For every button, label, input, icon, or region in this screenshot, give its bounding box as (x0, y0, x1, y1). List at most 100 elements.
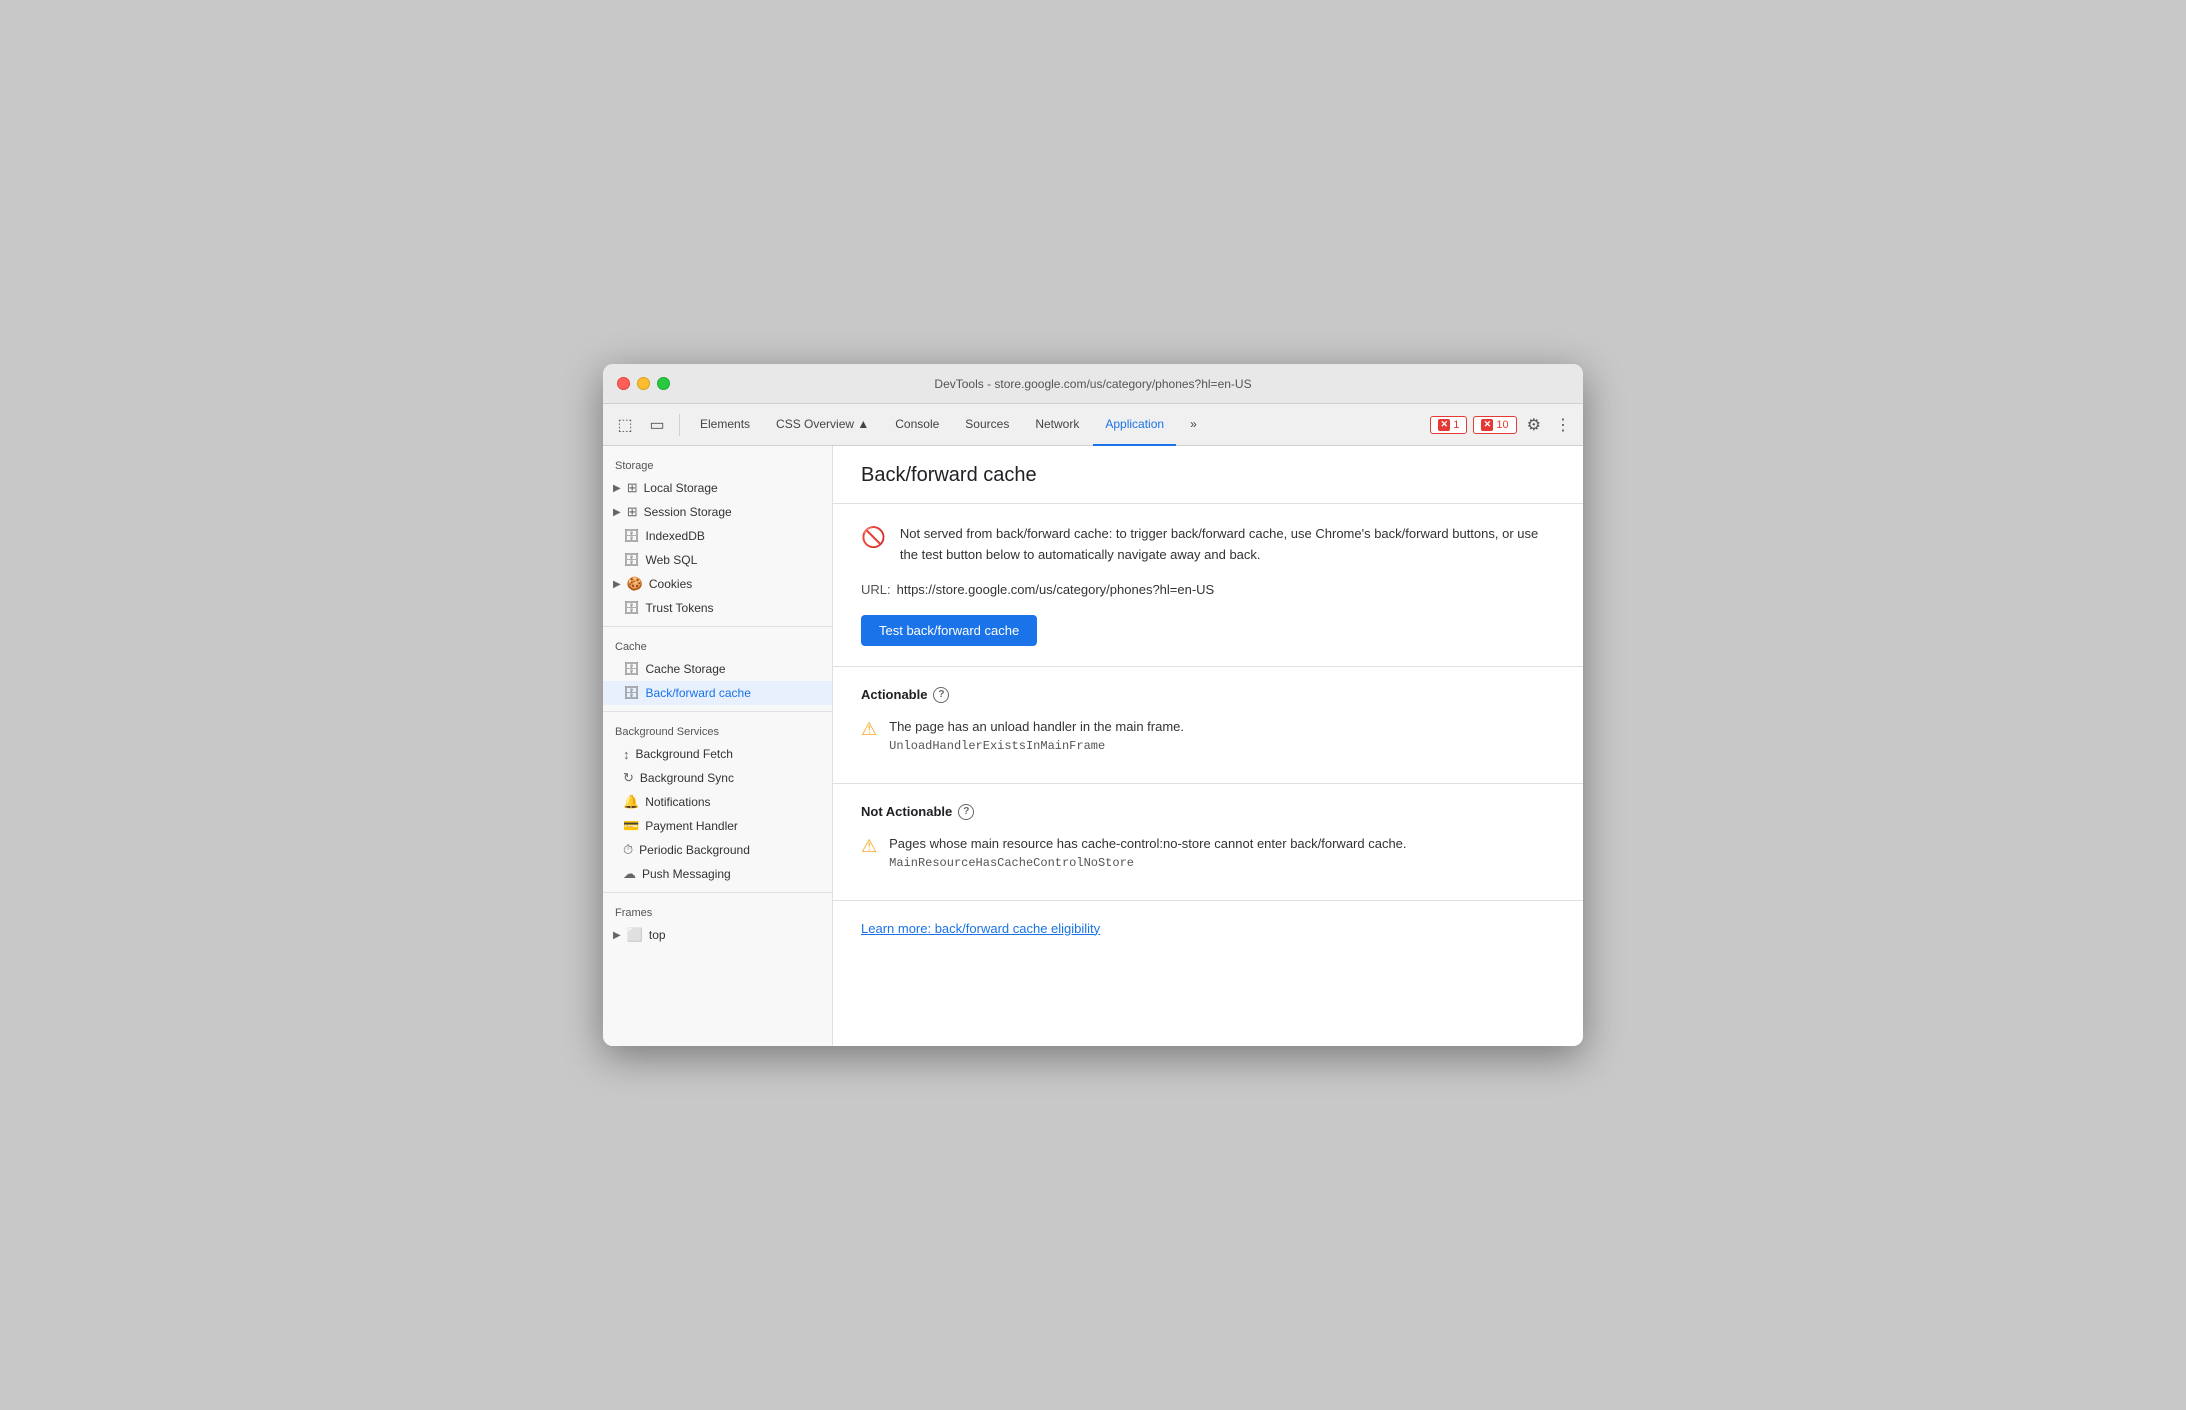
push-messaging-label: Push Messaging (642, 867, 731, 881)
warning-badge[interactable]: ✕ 10 (1473, 416, 1516, 434)
settings-icon[interactable]: ⚙ (1523, 411, 1545, 439)
sidebar-divider-1 (603, 626, 832, 627)
cache-storage-label: Cache Storage (646, 662, 726, 676)
not-actionable-help-icon[interactable]: ? (958, 804, 974, 820)
maximize-button[interactable] (657, 377, 670, 390)
sidebar-divider-2 (603, 711, 832, 712)
bfcache-label: Back/forward cache (646, 686, 751, 700)
actionable-issue-code: UnloadHandlerExistsInMainFrame (889, 739, 1184, 753)
bg-sync-label: Background Sync (640, 771, 734, 785)
tab-css-overview[interactable]: CSS Overview ▲ (764, 404, 881, 446)
sidebar-item-top[interactable]: ▶ ⬜ top (603, 923, 832, 947)
sidebar-item-session-storage[interactable]: ▶ ⊞ Session Storage (603, 500, 832, 524)
minimize-button[interactable] (637, 377, 650, 390)
arrow-icon: ▶ (613, 507, 621, 518)
tab-elements[interactable]: Elements (688, 404, 762, 446)
warning-count: 10 (1496, 419, 1508, 431)
bg-fetch-icon: ↕ (623, 747, 630, 762)
sidebar-divider-3 (603, 892, 832, 893)
frame-icon: ⬜ (627, 927, 643, 943)
local-storage-label: Local Storage (644, 481, 718, 495)
close-button[interactable] (617, 377, 630, 390)
tab-more[interactable]: » (1178, 404, 1209, 446)
toolbar-right: ✕ 1 ✕ 10 ⚙ ⋮ (1430, 411, 1575, 439)
sidebar-item-periodic-bg[interactable]: ⏱ Periodic Background (603, 838, 832, 862)
push-messaging-icon: ☁ (623, 866, 636, 882)
trust-tokens-label: Trust Tokens (646, 601, 714, 615)
titlebar: DevTools - store.google.com/us/category/… (603, 364, 1583, 404)
sidebar-item-web-sql[interactable]: 🗄 Web SQL (603, 548, 832, 572)
window-title: DevTools - store.google.com/us/category/… (934, 377, 1251, 391)
sidebar: Storage ▶ ⊞ Local Storage ▶ ⊞ Session St… (603, 446, 833, 1046)
cache-storage-icon: 🗄 (623, 661, 640, 677)
traffic-lights (617, 377, 670, 390)
info-section: 🚫 Not served from back/forward cache: to… (833, 504, 1583, 667)
notifications-label: Notifications (645, 795, 710, 809)
frames-header: Frames (603, 899, 832, 923)
local-storage-icon: ⊞ (627, 480, 638, 496)
trust-tokens-icon: 🗄 (623, 600, 640, 616)
sidebar-item-notifications[interactable]: 🔔 Notifications (603, 790, 832, 814)
learn-more-link[interactable]: Learn more: back/forward cache eligibili… (861, 921, 1100, 936)
sidebar-item-bg-sync[interactable]: ↻ Background Sync (603, 766, 832, 790)
warning-icon: ✕ (1481, 419, 1493, 431)
session-storage-label: Session Storage (644, 505, 732, 519)
error-badge[interactable]: ✕ 1 (1430, 416, 1467, 434)
indexeddb-label: IndexedDB (646, 529, 705, 543)
bg-fetch-label: Background Fetch (636, 747, 733, 761)
sidebar-item-bg-fetch[interactable]: ↕ Background Fetch (603, 742, 832, 766)
actionable-issue-content: The page has an unload handler in the ma… (889, 719, 1184, 753)
bg-sync-icon: ↻ (623, 770, 634, 786)
web-sql-icon: 🗄 (623, 552, 640, 568)
arrow-icon: ▶ (613, 579, 621, 590)
devtools-window: DevTools - store.google.com/us/category/… (603, 364, 1583, 1046)
device-icon[interactable]: ▭ (643, 411, 671, 439)
notifications-icon: 🔔 (623, 794, 639, 810)
actionable-issue-text: The page has an unload handler in the ma… (889, 719, 1184, 734)
sidebar-item-cookies[interactable]: ▶ 🍪 Cookies (603, 572, 832, 596)
actionable-help-icon[interactable]: ? (933, 687, 949, 703)
cache-header: Cache (603, 633, 832, 657)
not-actionable-issue-text: Pages whose main resource has cache-cont… (889, 836, 1406, 851)
warning-icon: ⚠ (861, 719, 877, 740)
sidebar-item-bfcache[interactable]: 🗄 Back/forward cache (603, 681, 832, 705)
sidebar-item-payment-handler[interactable]: 💳 Payment Handler (603, 814, 832, 838)
payment-handler-icon: 💳 (623, 818, 639, 834)
tab-network[interactable]: Network (1023, 404, 1091, 446)
tab-sources[interactable]: Sources (953, 404, 1021, 446)
cookies-icon: 🍪 (627, 576, 643, 592)
test-bfcache-button[interactable]: Test back/forward cache (861, 615, 1037, 646)
page-title: Back/forward cache (861, 464, 1555, 487)
arrow-icon: ▶ (613, 930, 621, 941)
actionable-title: Actionable ? (861, 687, 1555, 703)
not-actionable-issue-content: Pages whose main resource has cache-cont… (889, 836, 1406, 870)
url-row: URL: https://store.google.com/us/categor… (861, 582, 1555, 597)
indexeddb-icon: 🗄 (623, 528, 640, 544)
actionable-section: Actionable ? ⚠ The page has an unload ha… (833, 667, 1583, 784)
session-storage-icon: ⊞ (627, 504, 638, 520)
web-sql-label: Web SQL (646, 553, 698, 567)
bfcache-icon: 🗄 (623, 685, 640, 701)
storage-header: Storage (603, 452, 832, 476)
more-options-icon[interactable]: ⋮ (1551, 411, 1575, 439)
sidebar-item-trust-tokens[interactable]: 🗄 Trust Tokens (603, 596, 832, 620)
url-value: https://store.google.com/us/category/pho… (897, 582, 1215, 597)
block-icon: 🚫 (861, 525, 886, 550)
sidebar-item-push-messaging[interactable]: ☁ Push Messaging (603, 862, 832, 886)
periodic-bg-icon: ⏱ (623, 842, 633, 858)
periodic-bg-label: Periodic Background (639, 843, 750, 857)
not-actionable-section: Not Actionable ? ⚠ Pages whose main reso… (833, 784, 1583, 901)
main-content: Back/forward cache 🚫 Not served from bac… (833, 446, 1583, 1046)
sidebar-item-cache-storage[interactable]: 🗄 Cache Storage (603, 657, 832, 681)
sidebar-item-local-storage[interactable]: ▶ ⊞ Local Storage (603, 476, 832, 500)
top-label: top (649, 928, 666, 942)
page-header: Back/forward cache (833, 446, 1583, 504)
tab-console[interactable]: Console (883, 404, 951, 446)
tab-application[interactable]: Application (1093, 404, 1176, 446)
not-actionable-issue-row: ⚠ Pages whose main resource has cache-co… (861, 836, 1555, 870)
not-actionable-title: Not Actionable ? (861, 804, 1555, 820)
sidebar-item-indexeddb[interactable]: 🗄 IndexedDB (603, 524, 832, 548)
cursor-icon[interactable]: ⬚ (611, 411, 639, 439)
error-icon: ✕ (1438, 419, 1450, 431)
arrow-icon: ▶ (613, 483, 621, 494)
